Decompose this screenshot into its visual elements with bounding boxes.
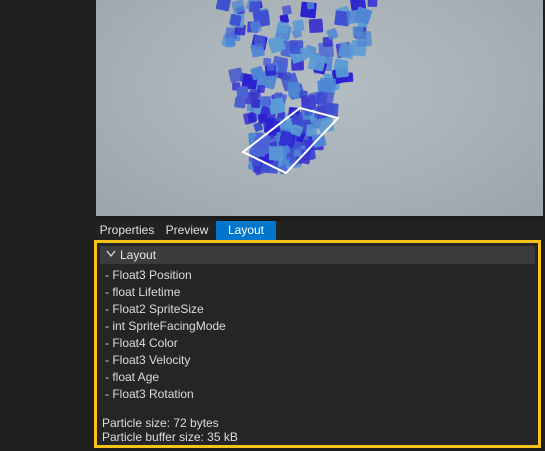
particle-sprite	[215, 0, 231, 12]
layout-field: - Float3 Velocity	[105, 353, 191, 367]
particle-sprite	[229, 13, 242, 27]
particle-sprite	[261, 9, 270, 18]
particle-sprite	[306, 128, 315, 137]
layout-field: - float Lifetime	[105, 285, 181, 299]
particle-sprite	[248, 1, 261, 13]
particle-sprite	[346, 10, 361, 24]
particle-sprite	[268, 146, 284, 161]
layout-panel-highlight: Layout - Float3 Position - float Lifetim…	[94, 240, 541, 448]
layout-field: - Float2 SpriteSize	[105, 302, 204, 316]
tab-bar: Properties Preview Layout	[96, 221, 543, 240]
particle-sprite	[228, 67, 244, 83]
particle-sprite	[292, 19, 305, 32]
layout-group-header[interactable]: Layout	[100, 246, 535, 264]
particle-sprite	[261, 96, 271, 107]
left-panel-strip	[0, 0, 95, 451]
particle-sprite	[335, 64, 349, 78]
particle-sprite	[367, 0, 378, 7]
particle-sprite	[281, 5, 292, 16]
particle-sprite	[249, 21, 262, 33]
particle-sprite	[236, 86, 249, 98]
particle-sprite	[287, 81, 300, 94]
particle-sprite	[234, 96, 247, 109]
particle-preview-viewport[interactable]	[96, 0, 543, 216]
layout-group-title: Layout	[120, 248, 157, 262]
layout-field: - Float4 Color	[105, 336, 178, 350]
particle-sprite	[293, 149, 301, 157]
particle-emitter-preview	[215, 0, 378, 176]
particle-sprite	[282, 71, 292, 81]
chevron-down-icon	[106, 250, 116, 258]
layout-field: - int SpriteFacingMode	[105, 319, 226, 333]
tab-properties[interactable]: Properties	[96, 221, 158, 240]
tab-layout[interactable]: Layout	[216, 221, 276, 240]
particle-sprite	[266, 63, 275, 71]
particle-sprite	[276, 21, 290, 35]
layout-field: - float Age	[105, 370, 160, 384]
particle-sprite	[257, 85, 266, 93]
particle-buffer-size-text: Particle buffer size: 35 kB	[102, 430, 238, 444]
particle-sprite	[352, 26, 364, 37]
tab-preview[interactable]: Preview	[158, 221, 216, 240]
particle-sprite	[308, 18, 324, 34]
layout-field-list: - Float3 Position - float Lifetime - Flo…	[105, 269, 226, 405]
particle-size-text: Particle size: 72 bytes	[102, 416, 219, 430]
layout-field: - Float3 Position	[105, 268, 192, 282]
particle-sprite	[300, 46, 312, 59]
particle-sprite	[316, 91, 335, 109]
layout-field: - Float3 Rotation	[105, 387, 194, 401]
particle-sprite	[306, 2, 315, 10]
particle-sprite	[254, 35, 266, 47]
